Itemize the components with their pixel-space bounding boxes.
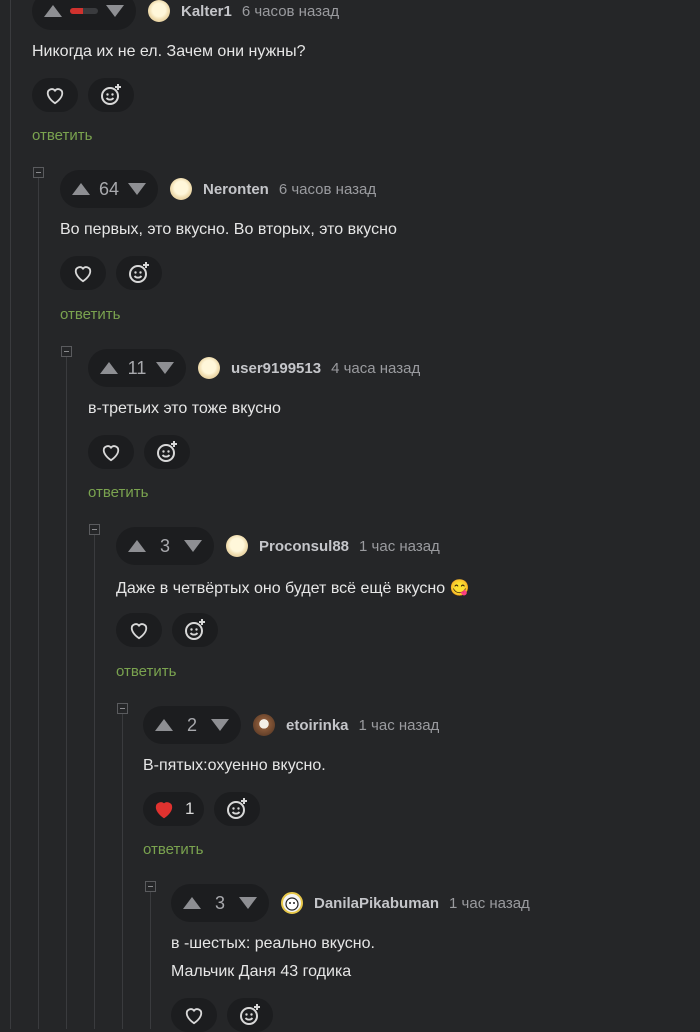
avatar[interactable] (170, 178, 192, 200)
avatar[interactable] (253, 714, 275, 736)
like-button[interactable] (88, 435, 134, 469)
comment-time[interactable]: 1 час назад (359, 717, 440, 734)
thread-line (94, 535, 95, 1029)
emoji-add-icon (240, 1004, 260, 1025)
comment-text: Мальчик Даня 43 годика (171, 963, 352, 980)
add-reaction-button[interactable] (116, 256, 162, 290)
comment-rating: 11 (127, 357, 147, 378)
reply-link[interactable]: ответить (32, 127, 92, 144)
thread-line (122, 714, 123, 1029)
collapse-minus-icon[interactable] (33, 167, 44, 178)
comment-time[interactable]: 6 часов назад (279, 181, 376, 198)
heart-icon (130, 623, 148, 640)
emoji-add-icon (129, 262, 149, 283)
comment-rating: 3 (214, 892, 225, 913)
arrow-down-icon[interactable] (128, 183, 146, 195)
comment-text: в -шестых: реально вкусно. (171, 935, 375, 952)
like-count: 1 (185, 799, 195, 818)
comment-author[interactable]: Proconsul88 (259, 538, 349, 555)
avatar[interactable] (226, 535, 248, 557)
like-button[interactable] (60, 256, 106, 290)
vote-control: 2 (143, 706, 241, 744)
comment-header: 11 user9199513 4 часа назад (88, 349, 420, 387)
emoji-add-icon (157, 441, 177, 462)
avatar[interactable] (148, 0, 170, 22)
vote-control: 3 (171, 884, 269, 922)
emoji-add-icon (185, 619, 205, 640)
vote-control: 11 (88, 349, 186, 387)
heart-icon (185, 1008, 203, 1025)
comment-time[interactable]: 6 часов назад (242, 3, 339, 20)
arrow-down-icon[interactable] (184, 540, 202, 552)
like-button[interactable] (32, 78, 78, 112)
add-reaction-button[interactable] (172, 613, 218, 647)
emoji-add-icon (101, 84, 121, 105)
thread-line (10, 0, 11, 1029)
thread-line (150, 892, 151, 1029)
arrow-down-icon[interactable] (239, 897, 257, 909)
comment-time[interactable]: 1 час назад (359, 538, 440, 555)
reply-link[interactable]: ответить (143, 841, 203, 858)
arrow-down-icon[interactable] (156, 362, 174, 374)
vote-control: 3 (116, 527, 214, 565)
arrow-up-icon[interactable] (155, 719, 173, 731)
comment-time[interactable]: 4 часа назад (331, 360, 420, 377)
add-reaction-button[interactable] (214, 792, 261, 826)
avatar[interactable] (281, 892, 303, 914)
add-reaction-button[interactable] (227, 998, 273, 1032)
add-reaction-button[interactable] (88, 78, 134, 112)
heart-icon (155, 802, 173, 819)
comment-header: Kalter1 6 часов назад (32, 0, 339, 30)
vote-control (32, 0, 136, 30)
comment-text: Во первых, это вкусно. Во вторых, это вк… (60, 221, 397, 238)
arrow-up-icon[interactable] (72, 183, 90, 195)
like-button[interactable]: 1 (143, 792, 205, 826)
comment-rating: 2 (186, 714, 197, 735)
collapse-minus-icon[interactable] (117, 703, 128, 714)
avatar[interactable] (198, 357, 220, 379)
collapse-minus-icon[interactable] (61, 346, 72, 357)
comment-author[interactable]: Neronten (203, 181, 269, 198)
comment-header: 3 DanilaPikabuman 1 час назад (171, 884, 530, 922)
emoji-add-icon (227, 798, 248, 819)
like-button[interactable] (116, 613, 162, 647)
reply-link[interactable]: ответить (60, 306, 120, 323)
collapse-minus-icon[interactable] (145, 881, 156, 892)
heart-icon (46, 88, 64, 105)
comment-author[interactable]: DanilaPikabuman (314, 895, 439, 912)
heart-icon (74, 266, 92, 283)
heart-icon (102, 445, 120, 462)
comment-text: В-пятых:охуенно вкусно. (143, 757, 326, 774)
comment-header: 64 Neronten 6 часов назад (60, 170, 376, 208)
comment-time[interactable]: 1 час назад (449, 895, 530, 912)
arrow-up-icon[interactable] (100, 362, 118, 374)
like-button[interactable] (171, 998, 217, 1032)
comment-author[interactable]: user9199513 (231, 360, 321, 377)
comment-text: в-третьих это тоже вкусно (88, 400, 281, 417)
reply-link[interactable]: ответить (116, 663, 176, 680)
comment-header: 2 etoirinka 1 час назад (143, 706, 439, 744)
comment-header: 3 Proconsul88 1 час назад (116, 527, 440, 565)
arrow-up-icon[interactable] (44, 5, 62, 17)
comment-text: Даже в четвёртых оно будет всё ещё вкусн… (116, 580, 470, 597)
add-reaction-button[interactable] (144, 435, 190, 469)
reply-link[interactable]: ответить (88, 484, 148, 501)
arrow-up-icon[interactable] (128, 540, 146, 552)
arrow-down-icon[interactable] (211, 719, 229, 731)
comment-author[interactable]: etoirinka (286, 717, 349, 734)
collapse-minus-icon[interactable] (89, 524, 100, 535)
rating-bar (70, 8, 98, 14)
comment-rating: 64 (98, 178, 120, 199)
comment-author[interactable]: Kalter1 (181, 3, 232, 20)
thread-line (38, 178, 39, 1029)
arrow-down-icon[interactable] (106, 5, 124, 17)
comment-rating: 3 (159, 535, 170, 556)
arrow-up-icon[interactable] (183, 897, 201, 909)
thread-line (66, 357, 67, 1029)
vote-control: 64 (60, 170, 158, 208)
comment-text: Никогда их не ел. Зачем они нужны? (32, 43, 306, 60)
